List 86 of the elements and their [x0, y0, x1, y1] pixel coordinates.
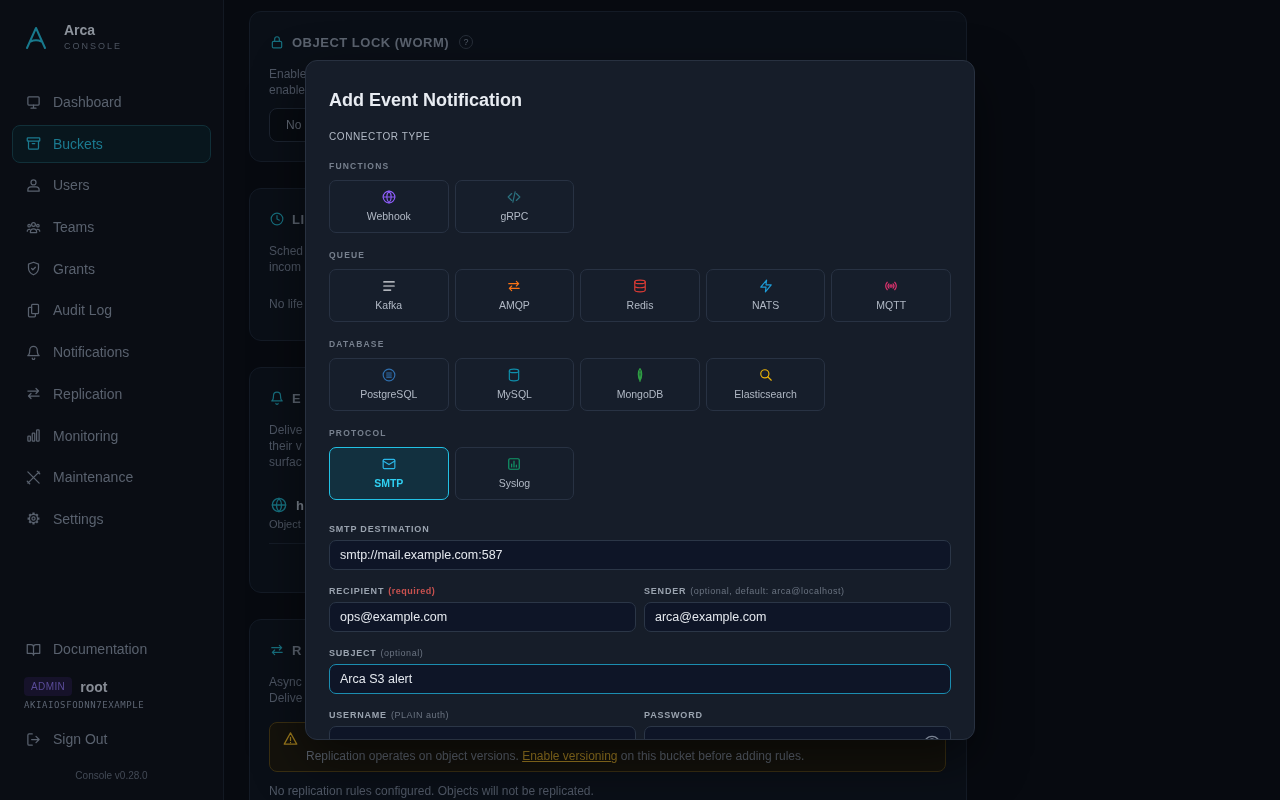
field-note: (PLAIN auth) [390, 709, 449, 722]
connector-option[interactable]: Kafka [329, 269, 449, 322]
lock-icon [270, 35, 284, 49]
connector-option[interactable]: SMTP [329, 447, 449, 500]
archive-box-icon [26, 136, 41, 152]
target-url: h [296, 497, 304, 513]
access-key: AKIAIOSFODNN7EXAMPLE [24, 699, 145, 711]
field-label: USERNAME [329, 709, 387, 722]
book-icon [26, 641, 41, 657]
empty-state-text: No replication rules configured. Objects will not be replicated. [269, 784, 594, 798]
leaf-icon [637, 368, 643, 382]
lightning-icon [758, 279, 773, 293]
bell-icon [26, 344, 41, 360]
section-title: R [292, 642, 302, 658]
connector-option[interactable]: gRPC [454, 180, 575, 233]
field-label: SMTP DESTINATION [329, 523, 430, 536]
list-circle-icon [381, 368, 396, 382]
cylinder-icon [507, 368, 522, 382]
section-label: CONNECTOR TYPE [329, 130, 432, 144]
nav-item[interactable]: Buckets [12, 124, 211, 163]
text-field[interactable]: ops@example.com [329, 602, 636, 632]
section-description: Sched incom [269, 243, 304, 275]
section-title: E [292, 390, 302, 406]
section-title: LI [292, 211, 305, 227]
warning-text: Replication operates on object versions. Enable versioning on this bucket before adding rules. [306, 749, 805, 763]
connector-option[interactable]: MongoDB [580, 358, 700, 411]
field-label: PASSWORD [644, 709, 703, 722]
database-icon [633, 279, 647, 293]
connector-option[interactable]: NATS [705, 269, 826, 322]
code-icon [507, 190, 522, 204]
empty-state-text: No life [269, 297, 303, 313]
settings-icon [26, 511, 41, 527]
user-name: root [80, 678, 108, 695]
connector-option[interactable]: MQTT [831, 269, 951, 322]
group-label: QUEUE [329, 249, 367, 262]
field-label: SUBJECT [329, 647, 377, 660]
group-label: FUNCTIONS [329, 160, 391, 173]
field-label: RECIPIENT [329, 585, 385, 598]
connector-option[interactable]: Elasticsearch [705, 358, 826, 411]
field-label: SENDER [644, 585, 687, 598]
mail-icon [381, 457, 396, 471]
globe-icon [271, 497, 287, 513]
lines-icon [381, 279, 396, 293]
section-title: OBJECT LOCK (WORM) [292, 34, 450, 50]
field-note: (optional, default: arca@localhost) [690, 585, 845, 598]
group-label: PROTOCOL [329, 427, 388, 440]
connector-option[interactable]: Webhook [329, 180, 449, 233]
connector-option[interactable]: Syslog [454, 447, 575, 500]
text-field[interactable]: Arca S3 alert [329, 664, 951, 694]
logout-icon [26, 731, 41, 747]
shield-check-icon [26, 261, 41, 277]
monitor-icon [26, 94, 41, 110]
swap-arrows-icon [270, 643, 284, 657]
document-chart-icon [507, 457, 522, 471]
group-label: DATABASE [329, 338, 386, 351]
connector-option[interactable]: MySQL [454, 358, 575, 411]
text-field[interactable]: arca@example.com [644, 602, 951, 632]
warning-icon [283, 731, 298, 746]
swap-arrows-icon [26, 386, 41, 402]
user-icon [26, 177, 41, 193]
connector-option[interactable]: Redis [580, 269, 700, 322]
brand-name: Arca [64, 22, 97, 39]
documents-icon [26, 302, 41, 318]
broadcast-icon [884, 279, 899, 293]
target-events: Object [269, 517, 301, 531]
dialog-title: Add Event Notification [329, 89, 523, 112]
section-description: Enable enable [269, 66, 307, 98]
brand-subtitle: CONSOLE [64, 40, 122, 53]
crossed-tools-icon [26, 469, 41, 485]
bar-chart-icon [26, 428, 41, 443]
section-description: Async Delive [269, 674, 303, 706]
role-badge: ADMIN [24, 677, 73, 696]
bell-icon [270, 391, 284, 405]
text-field[interactable]: smtp://mail.example.com:587 [329, 540, 951, 570]
group-icon [26, 219, 41, 235]
globe-icon [381, 190, 396, 204]
section-description: Delive their v surfac [269, 422, 303, 470]
connector-option[interactable]: AMQP [454, 269, 575, 322]
field-note: (optional) [380, 647, 424, 660]
clock-icon [270, 212, 284, 226]
version-label: Console v0.28.0 [74, 770, 149, 782]
logo-icon [24, 25, 48, 50]
connector-option[interactable]: PostgreSQL [329, 358, 449, 411]
swap-arrows-icon [507, 279, 522, 293]
field-note: (required) [388, 585, 436, 598]
search-icon [758, 368, 773, 382]
